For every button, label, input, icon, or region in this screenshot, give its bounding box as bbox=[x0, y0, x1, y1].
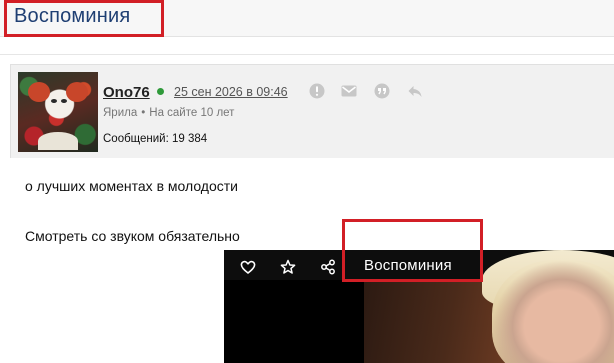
post-date-link[interactable]: 25 сен 2026 в 09:46 bbox=[174, 85, 288, 99]
post-header bbox=[10, 64, 614, 159]
online-status-icon bbox=[157, 88, 164, 95]
reply-icon[interactable] bbox=[407, 83, 423, 99]
divider bbox=[0, 54, 614, 55]
alert-icon[interactable] bbox=[309, 83, 325, 99]
username-link[interactable]: Ono76 bbox=[103, 84, 150, 101]
user-location: Ярила bbox=[103, 107, 138, 119]
user-meta: Ярила • На сайте 10 лет bbox=[103, 107, 235, 119]
star-icon[interactable] bbox=[280, 259, 296, 275]
user-site-age: На сайте 10 лет bbox=[149, 107, 235, 119]
share-icon[interactable] bbox=[320, 259, 336, 275]
title-highlight-box bbox=[4, 0, 164, 37]
mail-icon[interactable] bbox=[341, 83, 357, 99]
message-count: Сообщений: 19 384 bbox=[103, 133, 208, 145]
post-text-line: о лучших моментах в молодости bbox=[25, 178, 238, 194]
quote-icon[interactable] bbox=[374, 83, 390, 99]
heart-icon[interactable] bbox=[240, 259, 256, 275]
avatar[interactable] bbox=[18, 72, 98, 152]
video-title-highlight-box bbox=[342, 219, 483, 282]
post-text-line: Смотреть со звуком обязательно bbox=[25, 228, 240, 244]
